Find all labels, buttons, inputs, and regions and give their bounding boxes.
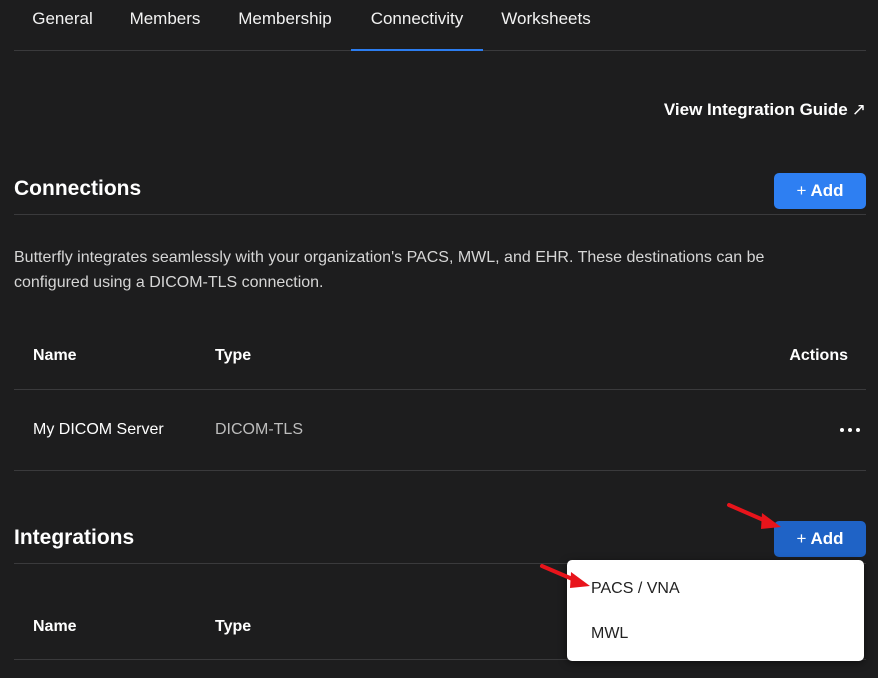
connections-description: Butterfly integrates seamlessly with you… (14, 249, 765, 291)
annotation-arrow-icon (727, 503, 781, 529)
connections-row-divider (14, 470, 866, 471)
tab-general[interactable]: General (14, 0, 111, 50)
connections-col-name: Name (33, 347, 77, 364)
plus-icon: + (796, 529, 807, 548)
guide-link-label: View Integration Guide (663, 100, 848, 119)
plus-icon: + (796, 181, 807, 200)
table-row: My DICOM Server DICOM-TLS (14, 390, 866, 470)
view-integration-guide-link[interactable]: View Integration Guide ↗ (664, 100, 866, 120)
connections-col-type: Type (215, 347, 252, 364)
connection-type: DICOM-TLS (215, 421, 303, 438)
tab-connectivity[interactable]: Connectivity (351, 0, 483, 51)
integrations-col-type: Type (215, 618, 252, 635)
tab-members[interactable]: Members (111, 0, 219, 50)
more-actions-icon[interactable] (840, 418, 860, 438)
connections-title: Connections (14, 177, 142, 200)
add-integration-button[interactable]: + Add (774, 521, 866, 557)
integrations-title: Integrations (14, 526, 135, 549)
add-connection-button[interactable]: + Add (774, 173, 866, 209)
menu-item-pacs-vna[interactable]: PACS / VNA (591, 580, 680, 598)
tab-membership[interactable]: Membership (219, 0, 351, 50)
external-arrow-icon: ↗ (851, 100, 866, 119)
connections-col-actions: Actions (789, 347, 848, 364)
add-integration-label: Add (810, 529, 844, 548)
integrations-col-name: Name (33, 618, 77, 635)
add-integration-menu: PACS / VNA MWL (567, 560, 864, 661)
tab-worksheets[interactable]: Worksheets (483, 0, 609, 50)
add-connection-label: Add (810, 181, 844, 200)
connections-divider (14, 214, 866, 215)
annotation-arrow-icon (540, 564, 590, 588)
menu-item-mwl[interactable]: MWL (591, 625, 628, 643)
connection-name: My DICOM Server (33, 421, 164, 438)
tab-bar: General Members Membership Connectivity … (14, 0, 866, 51)
